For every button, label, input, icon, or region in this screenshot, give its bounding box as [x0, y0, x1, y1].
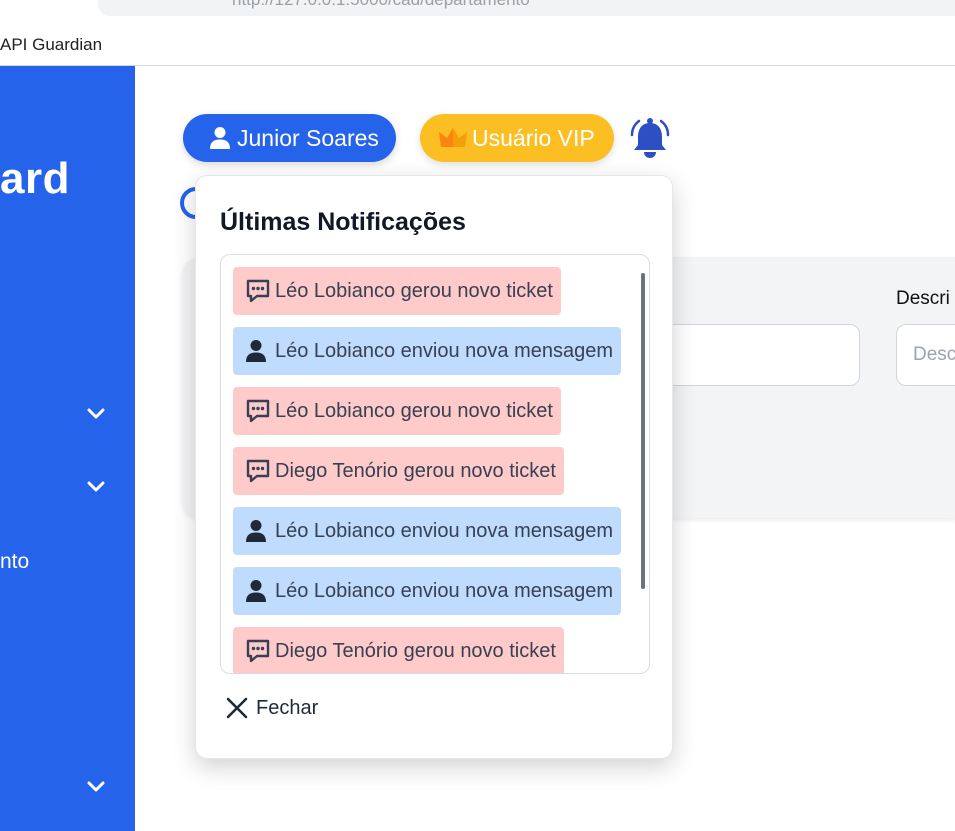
vip-label: Usuário VIP	[472, 124, 595, 151]
chat-dots-icon	[246, 639, 270, 663]
browser-url[interactable]: http://127.0.0.1:5000/cad/departamento	[232, 0, 530, 10]
crown-icon	[439, 128, 467, 147]
person-icon	[246, 340, 266, 362]
vip-badge-button[interactable]: Usuário VIP	[420, 114, 614, 162]
notification-item[interactable]: Léo Lobianco enviou nova mensagem	[233, 567, 622, 615]
chat-dots-icon	[246, 399, 270, 423]
bookmark-api-guardian[interactable]: API Guardian	[0, 35, 102, 55]
notification-text: Léo Lobianco gerou novo ticket	[275, 399, 553, 422]
notifications-list[interactable]: Léo Lobianco gerou novo ticket Léo Lobia…	[220, 254, 650, 674]
notification-item[interactable]: Diego Tenório gerou novo ticket	[233, 627, 564, 673]
description-input[interactable]: Desc	[896, 324, 955, 386]
close-button[interactable]: Fechar	[224, 695, 318, 721]
close-icon	[226, 697, 248, 719]
chevron-down-icon[interactable]	[86, 777, 106, 797]
chevron-down-icon[interactable]	[86, 404, 106, 424]
bell-icon[interactable]	[630, 117, 670, 159]
close-label: Fechar	[256, 696, 319, 719]
person-icon	[246, 580, 266, 602]
chat-dots-icon	[246, 459, 270, 483]
user-profile-button[interactable]: Junior Soares	[183, 114, 396, 162]
notification-text: Diego Tenório gerou novo ticket	[275, 639, 556, 662]
notification-text: Léo Lobianco enviou nova mensagem	[275, 579, 614, 602]
chat-dots-icon	[246, 279, 270, 303]
notification-item[interactable]: Diego Tenório gerou novo ticket	[233, 447, 564, 495]
bookmarks-bar: API Guardian	[0, 22, 955, 66]
notification-item[interactable]: Léo Lobianco enviou nova mensagem	[233, 327, 622, 375]
notification-text: Léo Lobianco enviou nova mensagem	[275, 339, 614, 362]
notification-text: Léo Lobianco enviou nova mensagem	[275, 519, 614, 542]
person-icon	[210, 127, 230, 149]
notification-item[interactable]: Léo Lobianco enviou nova mensagem	[233, 507, 622, 555]
name-input[interactable]	[640, 324, 860, 386]
notification-item[interactable]: Léo Lobianco gerou novo ticket	[233, 387, 561, 435]
notification-text: Léo Lobianco gerou novo ticket	[275, 279, 553, 302]
person-icon	[246, 520, 266, 542]
user-name: Junior Soares	[237, 124, 379, 151]
notification-text: Diego Tenório gerou novo ticket	[275, 459, 556, 482]
scrollbar-thumb[interactable]	[641, 273, 645, 589]
app-root: http://127.0.0.1:5000/cad/departamento A…	[0, 0, 955, 831]
notification-item[interactable]: Léo Lobianco gerou novo ticket	[233, 267, 561, 315]
chevron-down-icon[interactable]	[86, 477, 106, 497]
sidebar-item-label[interactable]: nto	[0, 550, 29, 574]
description-label: Descri	[896, 288, 950, 309]
notifications-popup: Últimas Notificações Léo Lobianco gerou …	[195, 175, 673, 759]
popup-title: Últimas Notificações	[220, 208, 466, 236]
sidebar-logo[interactable]: ard	[0, 154, 70, 204]
sidebar: ard nto	[0, 66, 135, 831]
